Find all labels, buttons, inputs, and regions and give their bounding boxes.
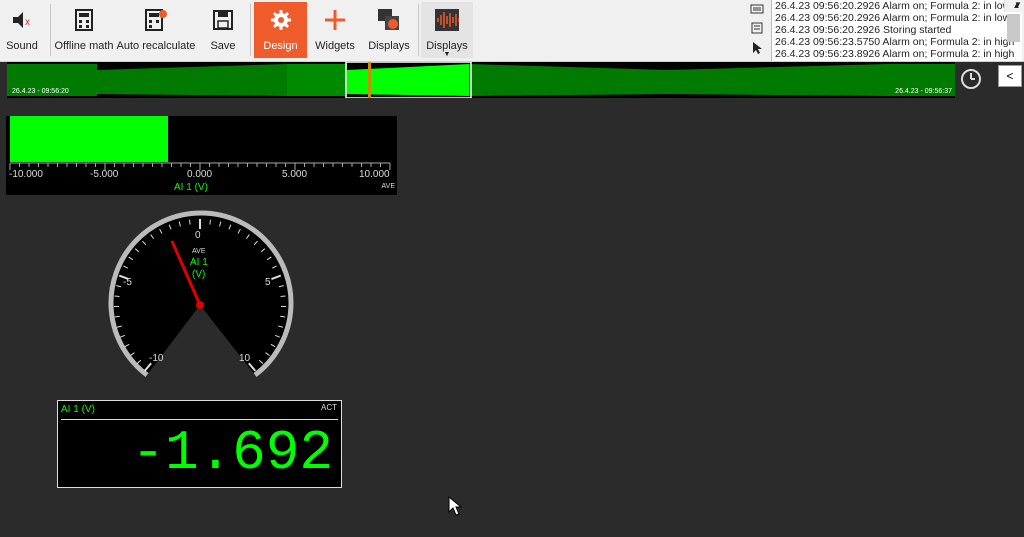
timeline-start-label: 26.4.23 - 09:56:20 <box>12 88 69 95</box>
digital-meter-widget[interactable]: AI 1 (V) ACT -1.692 <box>57 400 342 488</box>
displays-label: Displays <box>368 40 410 52</box>
bar-channel-label: AI 1 (V) <box>174 182 208 193</box>
scroll-thumb[interactable] <box>1007 14 1020 42</box>
bar-graph-widget[interactable]: -10.000 -5.000 0.000 5.000 10.000 AI 1 (… <box>6 116 397 195</box>
toolbar: x Sound Offline math Auto recalculate Sa… <box>0 0 1024 73</box>
analog-gauge-widget[interactable]: -10 -5 0 5 10 AVE AI 1 (V) <box>103 210 299 386</box>
log-line: 26.4.23 09:56:23.8926 Alarm on; Formula … <box>775 48 1015 60</box>
log-filter-icons <box>746 0 768 73</box>
bar-tick-label: -5.000 <box>90 169 119 180</box>
gauge-tick-label: -10 <box>149 353 164 364</box>
log-scrollbar[interactable]: ▲ ▼ <box>1004 0 1022 42</box>
calculator-icon <box>72 8 96 32</box>
displays-button[interactable]: Displays <box>364 2 414 58</box>
timeline-cursor[interactable] <box>368 62 371 98</box>
collapse-panel-button[interactable]: < <box>998 65 1022 87</box>
gauge-tick-label: 5 <box>265 277 271 288</box>
gauge-tick <box>189 219 191 225</box>
timeline-overview[interactable]: 26.4.23 - 09:56:20 26.4.23 - 09:56:37 <box>7 62 955 98</box>
displays-menu-button[interactable]: Displays ▼ <box>421 2 473 58</box>
scroll-down-icon[interactable]: ▼ <box>1008 0 1022 11</box>
note-icon[interactable] <box>751 21 763 39</box>
separator <box>250 4 251 56</box>
gear-icon <box>269 8 293 32</box>
svg-text:x: x <box>25 17 30 28</box>
log-line: 26.4.23 09:56:20.2926 Alarm on; Formula … <box>775 0 1011 12</box>
bar-tick-label: -10.000 <box>9 169 43 180</box>
offline-math-label: Offline math <box>54 40 114 52</box>
gauge-tick <box>114 315 120 318</box>
waveform-icon <box>435 8 459 32</box>
log-line: 26.4.23 09:56:20.2926 Alarm on; Formula … <box>775 12 1011 24</box>
separator <box>50 4 51 56</box>
gauge-tick-label: 0 <box>195 230 201 241</box>
clock-icon[interactable] <box>958 66 984 92</box>
log-line: 26.4.23 09:56:23.5750 Alarm on; Formula … <box>775 36 1015 48</box>
save-label: Save <box>210 40 236 52</box>
bar-mode-label: AVE <box>381 183 396 190</box>
timeline-end-label: 26.4.23 - 09:56:37 <box>895 88 952 95</box>
gauge-tick <box>280 295 286 298</box>
gauge-tick <box>114 295 120 298</box>
digital-channel-label: AI 1 (V) <box>61 404 95 415</box>
design-label: Design <box>263 40 298 52</box>
offline-math-button[interactable]: Offline math <box>54 2 114 58</box>
widgets-label: Widgets <box>315 40 355 52</box>
save-button[interactable]: Save <box>200 2 246 58</box>
gauge-tick <box>209 219 211 225</box>
separator <box>418 4 419 56</box>
event-log[interactable]: 26.4.23 09:56:20.2926 Alarm on; Formula … <box>771 0 1022 61</box>
digital-value: -1.692 <box>131 421 333 485</box>
gauge-unit-label: (V) <box>192 269 206 280</box>
dropdown-arrow-icon: ▼ <box>443 51 451 58</box>
plus-icon <box>323 8 347 32</box>
sound-button[interactable]: x Sound <box>0 2 44 58</box>
pointer-icon[interactable] <box>752 41 762 59</box>
bar-tick-label: 10.000 <box>359 169 390 180</box>
gauge-tick <box>280 315 286 318</box>
log-line: 26.4.23 09:56:20.2926 Storing started <box>775 24 952 36</box>
calculator-refresh-icon <box>144 8 168 32</box>
widgets-button[interactable]: Widgets <box>310 2 360 58</box>
gauge-tick-label: -5 <box>123 277 132 288</box>
floppy-disk-icon <box>211 8 235 32</box>
speaker-mute-icon: x <box>10 8 34 32</box>
gauge-mode-label: AVE <box>192 248 206 255</box>
digital-divider <box>61 419 338 420</box>
bar-tick-label: 5.000 <box>282 169 308 180</box>
gauge-tick-label: 10 <box>239 353 251 364</box>
digital-mode-label: ACT <box>321 403 337 412</box>
sound-label: Sound <box>6 40 38 52</box>
gauge-channel-label: AI 1 <box>190 257 208 268</box>
bar-tick-label: 0.000 <box>187 169 213 180</box>
auto-recalculate-label: Auto recalculate <box>116 40 196 52</box>
chevron-left-icon: < <box>1006 69 1014 83</box>
mouse-pointer-icon <box>448 495 463 521</box>
displays-icon <box>377 8 401 32</box>
auto-recalculate-button[interactable]: Auto recalculate <box>116 2 196 58</box>
keyboard-icon[interactable] <box>750 1 764 19</box>
design-button[interactable]: Design <box>254 2 307 58</box>
